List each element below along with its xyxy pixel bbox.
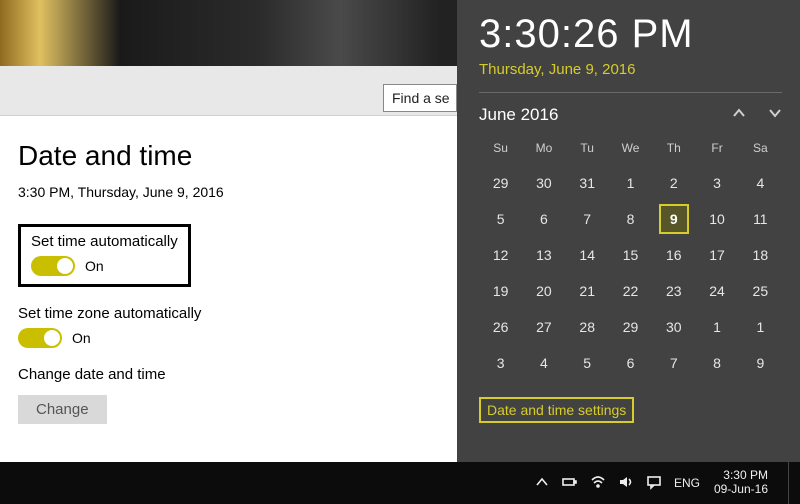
calendar-day[interactable]: 3 [695,165,738,201]
taskbar-date: 09-Jun-16 [714,483,768,497]
calendar-day[interactable]: 27 [522,309,565,345]
dow-header: Fr [695,135,738,165]
dow-header: Mo [522,135,565,165]
auto-zone-toggle[interactable] [18,328,62,348]
auto-zone-state: On [72,330,91,346]
calendar-day[interactable]: 19 [479,273,522,309]
volume-icon[interactable] [618,474,634,493]
battery-icon[interactable] [562,474,578,493]
calendar-day[interactable]: 6 [522,201,565,237]
auto-zone-label: Set time zone automatically [18,305,438,322]
dow-header: Tu [566,135,609,165]
settings-pane: Date and time 3:30 PM, Thursday, June 9,… [18,126,438,442]
calendar-day[interactable]: 8 [695,345,738,381]
auto-time-group: Set time automatically On [18,224,438,287]
taskbar-time: 3:30 PM [714,469,768,483]
calendar-day[interactable]: 8 [609,201,652,237]
current-datetime: 3:30 PM, Thursday, June 9, 2016 [18,184,438,200]
calendar-day[interactable]: 22 [609,273,652,309]
calendar-day[interactable]: 2 [652,165,695,201]
language-indicator[interactable]: ENG [674,476,700,490]
auto-time-toggle[interactable] [31,256,75,276]
calendar-day[interactable]: 30 [522,165,565,201]
calendar-day[interactable]: 20 [522,273,565,309]
calendar-day[interactable]: 26 [479,309,522,345]
taskbar-clock[interactable]: 3:30 PM 09-Jun-16 [714,469,768,497]
calendar-day[interactable]: 17 [695,237,738,273]
system-tray: ENG [534,474,700,493]
calendar-day[interactable]: 31 [566,165,609,201]
dow-header: Th [652,135,695,165]
flyout-date: Thursday, June 9, 2016 [479,57,782,93]
calendar-day[interactable]: 25 [739,273,782,309]
auto-time-label: Set time automatically [31,233,178,250]
calendar-day[interactable]: 11 [739,201,782,237]
calendar-day[interactable]: 1 [739,309,782,345]
calendar-day[interactable]: 4 [739,165,782,201]
calendar-day[interactable]: 5 [566,345,609,381]
next-month-chevron-down-icon[interactable] [768,106,782,125]
calendar-day[interactable]: 16 [652,237,695,273]
auto-time-state: On [85,258,104,274]
calendar-day[interactable]: 4 [522,345,565,381]
calendar-day[interactable]: 29 [609,309,652,345]
calendar-day[interactable]: 24 [695,273,738,309]
calendar-day[interactable]: 15 [609,237,652,273]
wallpaper-strip [0,0,457,66]
change-button[interactable]: Change [18,395,107,424]
month-label[interactable]: June 2016 [479,105,558,125]
calendar-day[interactable]: 14 [566,237,609,273]
calendar-day[interactable]: 3 [479,345,522,381]
change-label: Change date and time [18,366,438,383]
dow-header: Su [479,135,522,165]
flyout-time: 3:30:26 PM [479,12,782,57]
calendar-day[interactable]: 13 [522,237,565,273]
calendar-day[interactable]: 29 [479,165,522,201]
calendar-day[interactable]: 23 [652,273,695,309]
calendar-day[interactable]: 7 [652,345,695,381]
calendar-grid: SuMoTuWeThFrSa 2930311234567891011121314… [479,135,782,381]
calendar-day[interactable]: 7 [566,201,609,237]
wifi-icon[interactable] [590,474,606,493]
calendar-day[interactable]: 9 [652,201,695,237]
prev-month-chevron-up-icon[interactable] [732,106,746,125]
auto-zone-group: Set time zone automatically On [18,305,438,348]
highlight-box-auto-time: Set time automatically On [18,224,191,287]
calendar-day[interactable]: 1 [695,309,738,345]
dow-header: We [609,135,652,165]
tray-chevron-up-icon[interactable] [534,474,550,493]
calendar-day[interactable]: 28 [566,309,609,345]
search-input[interactable]: Find a se [383,84,457,112]
calendar-day[interactable]: 9 [739,345,782,381]
page-title: Date and time [18,140,438,172]
date-time-settings-link[interactable]: Date and time settings [479,397,634,423]
show-desktop-button[interactable] [788,462,794,504]
taskbar: ENG 3:30 PM 09-Jun-16 [0,462,800,504]
action-center-icon[interactable] [646,474,662,493]
change-group: Change date and time Change [18,366,438,424]
calendar-day[interactable]: 21 [566,273,609,309]
calendar-flyout: 3:30:26 PM Thursday, June 9, 2016 June 2… [457,0,800,462]
calendar-day[interactable]: 10 [695,201,738,237]
calendar-day[interactable]: 5 [479,201,522,237]
calendar-day[interactable]: 1 [609,165,652,201]
calendar-day[interactable]: 30 [652,309,695,345]
calendar-day[interactable]: 12 [479,237,522,273]
calendar-day[interactable]: 6 [609,345,652,381]
dow-header: Sa [739,135,782,165]
calendar-day[interactable]: 18 [739,237,782,273]
